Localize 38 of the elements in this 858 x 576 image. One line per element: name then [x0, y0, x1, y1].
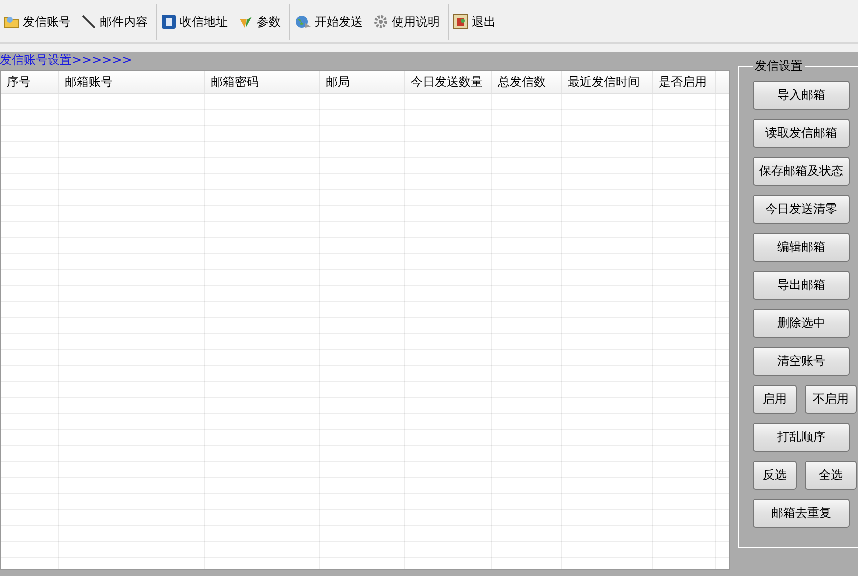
leaf-icon: [238, 14, 254, 30]
column-header[interactable]: 总发信数: [492, 71, 562, 93]
action-button[interactable]: 打乱顺序: [753, 423, 850, 452]
pen-icon: [81, 14, 97, 30]
action-button[interactable]: 今日发送清零: [753, 195, 850, 224]
column-header[interactable]: 是否启用: [653, 71, 716, 93]
action-button[interactable]: 读取发信邮箱: [753, 119, 850, 148]
exit-icon: [453, 14, 469, 30]
action-button[interactable]: 全选: [805, 461, 857, 490]
action-button[interactable]: 反选: [753, 461, 797, 490]
action-button[interactable]: 清空账号: [753, 347, 850, 376]
action-button[interactable]: 启用: [753, 385, 797, 414]
action-button[interactable]: 编辑邮箱: [753, 233, 850, 262]
toolbar-button[interactable]: 邮件内容: [79, 12, 150, 32]
globe-icon: [294, 14, 312, 30]
toolbar-button[interactable]: 参数: [236, 12, 283, 32]
book-icon: [161, 14, 177, 30]
action-button[interactable]: 不启用: [805, 385, 857, 414]
action-button[interactable]: 导入邮箱: [753, 81, 850, 110]
column-header[interactable]: 最近发信时间: [562, 71, 653, 93]
toolbar-button[interactable]: 使用说明: [371, 12, 442, 32]
toolbar-button[interactable]: 开始发送: [292, 12, 365, 32]
action-button[interactable]: 导出邮箱: [753, 271, 850, 300]
folder-icon: [4, 14, 20, 30]
column-header[interactable]: 邮箱账号: [59, 71, 205, 93]
action-button[interactable]: 保存邮箱及状态: [753, 157, 850, 186]
action-button[interactable]: 邮箱去重复: [753, 499, 850, 528]
column-header[interactable]: 邮箱密码: [205, 71, 320, 93]
toolbar-button[interactable]: 收信地址: [159, 12, 230, 32]
column-header[interactable]: 序号: [1, 71, 59, 93]
section-title: 发信账号设置>>>>>>: [0, 52, 134, 68]
toolbar-button[interactable]: 退出: [451, 12, 498, 32]
toolbar-button[interactable]: 发信账号: [2, 12, 73, 32]
column-header[interactable]: 邮局: [320, 71, 405, 93]
action-button[interactable]: 删除选中: [753, 309, 850, 338]
column-header[interactable]: 今日发送数量: [405, 71, 492, 93]
group-title: 发信设置: [754, 58, 804, 75]
gear-icon: [373, 14, 389, 30]
